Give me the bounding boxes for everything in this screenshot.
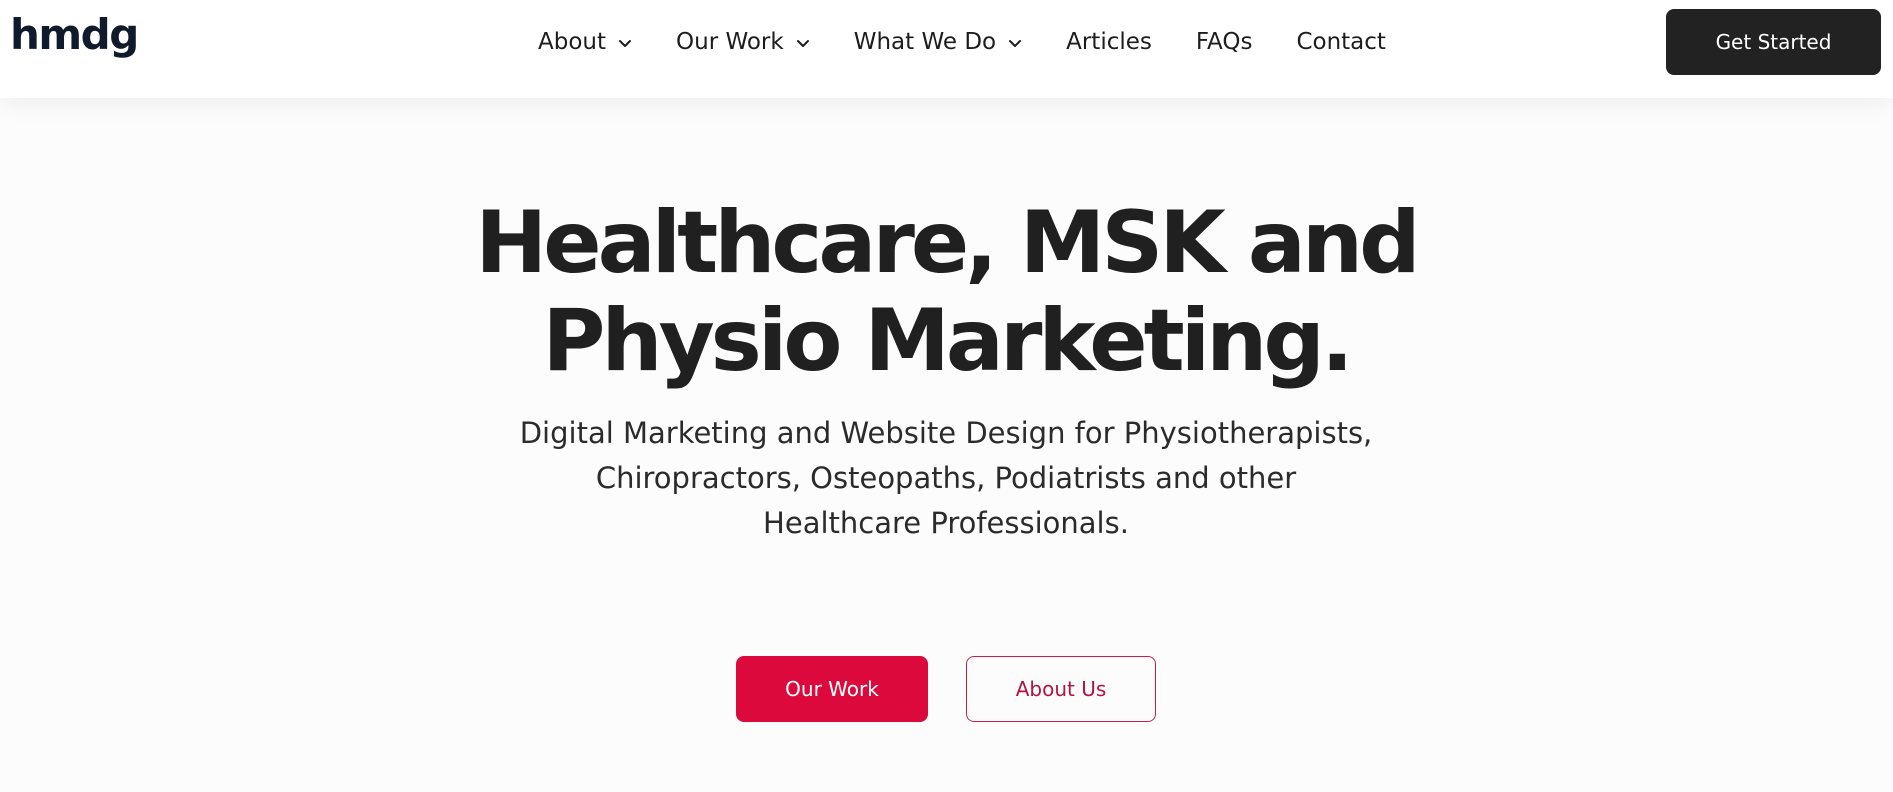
nav-item-label: FAQs: [1195, 29, 1253, 55]
chevron-down-icon: [1009, 40, 1022, 47]
get-started-button[interactable]: Get Started: [1666, 9, 1881, 75]
site-header: hmdg About Our Work What We Do Articles …: [0, 0, 1893, 98]
our-work-button[interactable]: Our Work: [736, 656, 928, 722]
nav-item-faqs[interactable]: FAQs: [1196, 29, 1253, 55]
nav-item-label: Our Work: [676, 29, 784, 55]
logo[interactable]: hmdg: [10, 14, 139, 56]
hero-section: Healthcare, MSK and Physio Marketing. Di…: [0, 98, 1893, 792]
hero-button-row: Our Work About Us: [736, 656, 1156, 722]
hero-subtitle-line-1: Digital Marketing and Website Design for…: [519, 416, 1373, 450]
chevron-down-icon: [619, 40, 632, 47]
nav-item-label: What We Do: [853, 29, 997, 55]
hero-subtitle: Digital Marketing and Website Design for…: [496, 411, 1396, 546]
hero-title-line-1: Healthcare, MSK and: [475, 193, 1420, 293]
nav-item-contact[interactable]: Contact: [1296, 29, 1385, 55]
hero-subtitle-line-3: Healthcare Professionals.: [763, 506, 1129, 540]
nav-item-what-we-do[interactable]: What We Do: [854, 29, 1022, 55]
about-us-button[interactable]: About Us: [966, 656, 1156, 722]
nav-item-about[interactable]: About: [538, 29, 632, 55]
main-nav: About Our Work What We Do Articles FAQs …: [538, 0, 1386, 84]
nav-item-label: About: [538, 29, 607, 55]
hero-subtitle-line-2: Chiropractors, Osteopaths, Podiatrists a…: [595, 461, 1297, 495]
hero-title: Healthcare, MSK and Physio Marketing.: [446, 194, 1446, 390]
nav-item-articles[interactable]: Articles: [1066, 29, 1152, 55]
chevron-down-icon: [796, 40, 809, 47]
nav-item-label: Articles: [1066, 29, 1152, 55]
nav-item-label: Contact: [1296, 29, 1386, 55]
nav-item-our-work[interactable]: Our Work: [676, 29, 810, 55]
hero-title-line-2: Physio Marketing.: [542, 291, 1353, 391]
